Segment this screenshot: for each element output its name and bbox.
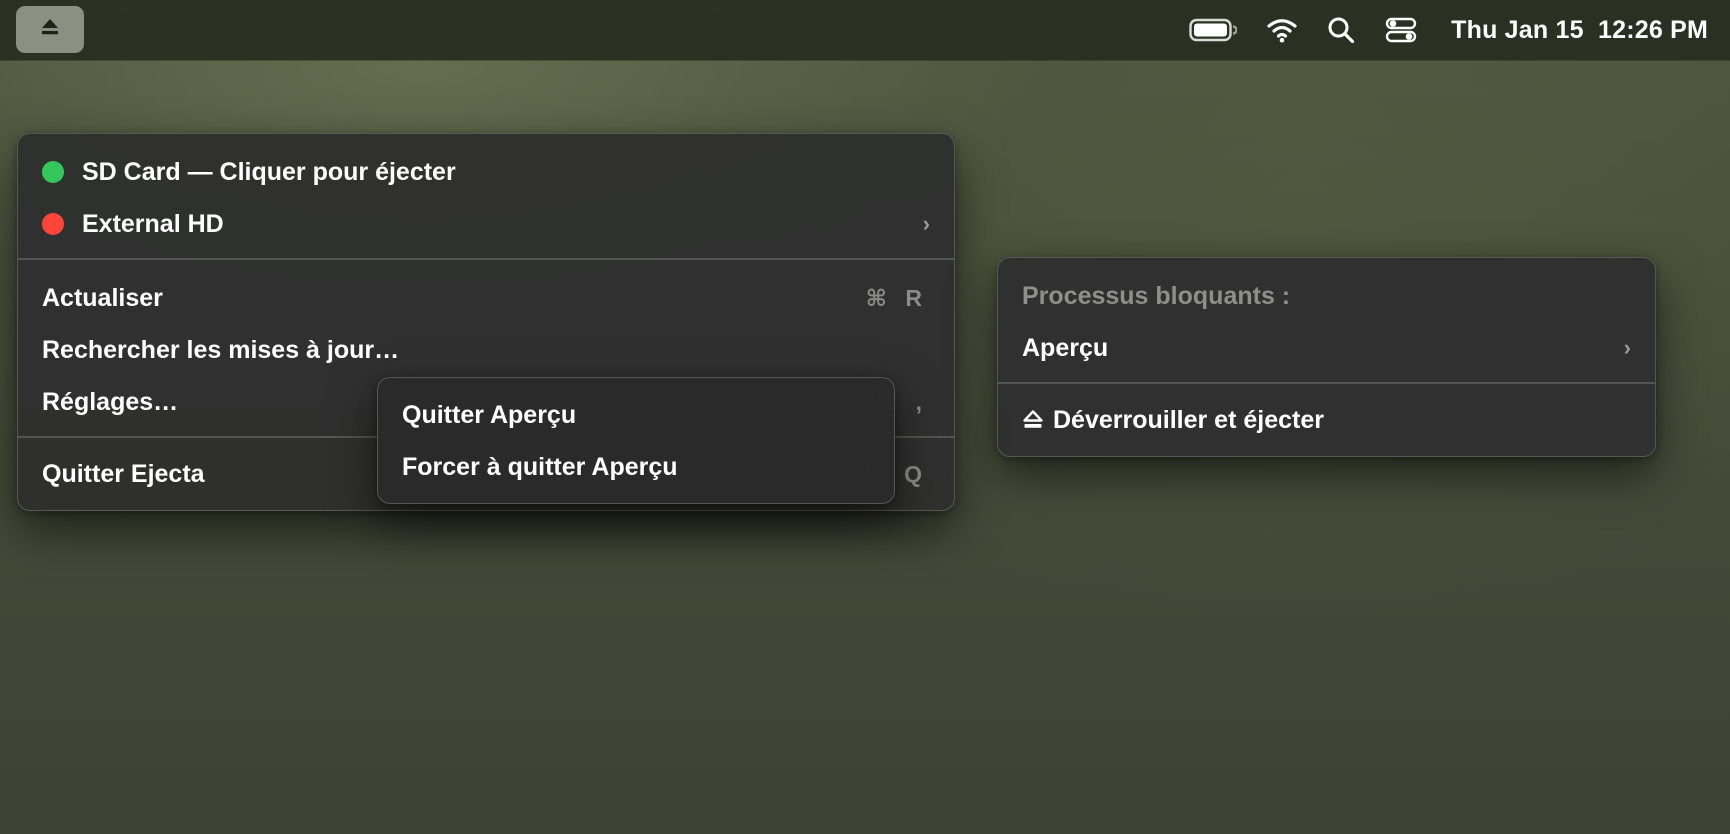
process-label: Aperçu <box>1022 333 1109 362</box>
chevron-right-icon: › <box>1623 335 1631 360</box>
chevron-right-icon: › <box>922 211 930 236</box>
menu-bar: Thu Jan 15 12:26 PM <box>0 0 1730 60</box>
drive-item-external-hd[interactable]: External HD › <box>18 200 954 248</box>
menu-item-check-updates[interactable]: Rechercher les mises à jour… <box>18 326 954 374</box>
drive-item-sd-card[interactable]: SD Card — Cliquer pour éjecter <box>18 148 954 196</box>
ejecta-status-item[interactable] <box>16 6 84 53</box>
eject-icon <box>1022 409 1044 438</box>
status-dot <box>42 161 64 183</box>
menu-bar-clock[interactable]: Thu Jan 15 12:26 PM <box>1451 16 1708 45</box>
menu-item-label: Actualiser <box>42 283 163 312</box>
menu-separator <box>998 382 1655 384</box>
control-center-icon[interactable] <box>1385 17 1417 43</box>
drive-label: SD Card — Cliquer pour éjecter <box>82 157 456 186</box>
menu-item-label: Rechercher les mises à jour… <box>42 335 400 364</box>
menu-item-actualiser[interactable]: Actualiser ⌘ R <box>18 274 954 322</box>
menu-item-label: Forcer à quitter Aperçu <box>402 452 678 481</box>
process-actions-menu: Quitter Aperçu Forcer à quitter Aperçu <box>377 377 895 504</box>
unlock-and-eject-item[interactable]: Déverrouiller et éjecter <box>998 396 1655 444</box>
drive-label: External HD <box>82 209 224 238</box>
menu-item-label: Quitter Aperçu <box>402 400 577 429</box>
menu-separator <box>18 258 954 260</box>
status-area: Thu Jan 15 12:26 PM <box>1189 0 1708 60</box>
menu-item-label: Quitter Ejecta <box>42 459 205 488</box>
process-item-apercu[interactable]: Aperçu › <box>998 324 1655 372</box>
menu-item-force-quit-apercu[interactable]: Forcer à quitter Aperçu <box>378 443 894 491</box>
battery-icon[interactable] <box>1189 18 1238 42</box>
status-dot <box>42 213 64 235</box>
wifi-icon[interactable] <box>1267 17 1297 43</box>
menu-item-label: Réglages… <box>42 387 179 416</box>
menu-item-quit-apercu[interactable]: Quitter Aperçu <box>378 391 894 439</box>
blocking-processes-header: Processus bloquants : <box>998 272 1655 320</box>
search-icon[interactable] <box>1327 16 1355 44</box>
keyboard-shortcut: ⌘ R <box>865 284 928 311</box>
section-header: Processus bloquants : <box>1022 281 1291 310</box>
blocking-processes-menu: Processus bloquants : Aperçu › Déverroui… <box>997 257 1656 457</box>
menu-item-label: Déverrouiller et éjecter <box>1053 405 1324 434</box>
eject-icon <box>40 18 60 41</box>
